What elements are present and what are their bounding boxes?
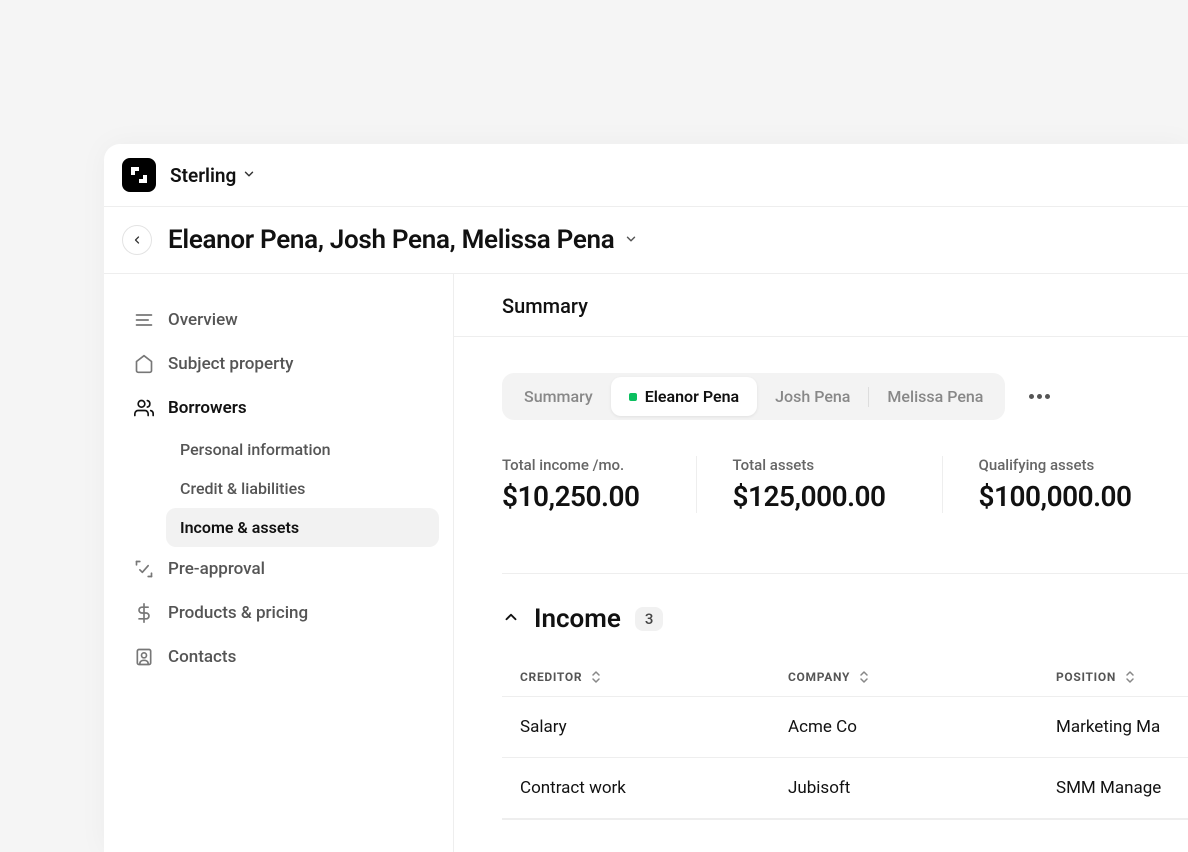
- contact-icon: [134, 647, 154, 667]
- table-row[interactable]: Salary Acme Co Marketing Ma: [502, 696, 1188, 757]
- dollar-icon: [134, 603, 154, 623]
- tab-melissa-pena[interactable]: Melissa Pena: [869, 377, 1001, 416]
- chevron-down-icon: [242, 166, 256, 185]
- sidebar-sub-item-label: Credit & liabilities: [180, 479, 305, 498]
- column-label: COMPANY: [788, 670, 850, 684]
- sidebar-item-label: Subject property: [168, 354, 294, 374]
- sort-icon: [858, 670, 870, 684]
- tab-eleanor-pena[interactable]: Eleanor Pena: [611, 377, 757, 416]
- stat-label: Total income /mo.: [502, 456, 640, 474]
- sidebar-item-borrowers[interactable]: Borrowers: [118, 386, 439, 430]
- sidebar-item-label: Pre-approval: [168, 559, 265, 579]
- tab-summary[interactable]: Summary: [506, 377, 611, 416]
- table-header: CREDITOR COMPANY: [502, 658, 1188, 696]
- section-title: Income: [534, 604, 621, 634]
- sidebar-item-label: Borrowers: [168, 398, 247, 418]
- section-count-badge: 3: [635, 607, 664, 631]
- stat-total-assets: Total assets $125,000.00: [696, 456, 942, 513]
- income-section-header[interactable]: Income 3: [502, 604, 1188, 634]
- column-header-position[interactable]: POSITION: [1056, 670, 1170, 684]
- tab-josh-pena[interactable]: Josh Pena: [757, 377, 868, 416]
- sidebar-item-label: Products & pricing: [168, 603, 308, 623]
- sidebar-item-overview[interactable]: Overview: [118, 298, 439, 342]
- chevron-up-icon: [502, 608, 520, 630]
- sidebar-sub-borrowers: Personal information Credit & liabilitie…: [118, 430, 439, 547]
- main-header-title: Summary: [454, 274, 1188, 337]
- borrower-tabs: Summary Eleanor Pena Josh Pena Melissa P…: [502, 373, 1005, 420]
- tabs-row: Summary Eleanor Pena Josh Pena Melissa P…: [502, 373, 1188, 420]
- tab-label: Melissa Pena: [887, 387, 983, 406]
- column-label: POSITION: [1056, 670, 1116, 684]
- column-label: CREDITOR: [520, 670, 582, 684]
- stats-row: Total income /mo. $10,250.00 Total asset…: [502, 456, 1188, 513]
- cell-creditor: Salary: [520, 717, 788, 737]
- sidebar: Overview Subject property Borrowers Pers…: [104, 274, 454, 852]
- users-icon: [134, 398, 154, 418]
- cell-creditor: Contract work: [520, 778, 788, 798]
- stat-value: $125,000.00: [733, 480, 886, 513]
- stat-value: $10,250.00: [502, 480, 640, 513]
- back-button[interactable]: [122, 225, 152, 255]
- main-body: Summary Eleanor Pena Josh Pena Melissa P…: [454, 337, 1188, 820]
- check-expand-icon: [134, 559, 154, 579]
- stat-value: $100,000.00: [979, 480, 1132, 513]
- tab-label: Eleanor Pena: [645, 387, 739, 406]
- sidebar-sub-item-personal-information[interactable]: Personal information: [166, 430, 439, 469]
- topbar: Sterling: [104, 144, 1188, 207]
- brand-name: Sterling: [170, 164, 236, 187]
- brand-logo[interactable]: [122, 158, 156, 192]
- cell-position: SMM Manage: [1056, 778, 1170, 798]
- home-icon: [134, 354, 154, 374]
- more-button[interactable]: [1021, 386, 1058, 407]
- sidebar-sub-item-credit-liabilities[interactable]: Credit & liabilities: [166, 469, 439, 508]
- tab-label: Summary: [524, 387, 593, 406]
- content: Overview Subject property Borrowers Pers…: [104, 274, 1188, 852]
- cell-company: Jubisoft: [788, 778, 1056, 798]
- chevron-left-icon: [131, 234, 143, 246]
- sidebar-sub-item-label: Income & assets: [180, 518, 299, 537]
- tab-label: Josh Pena: [775, 387, 850, 406]
- list-icon: [134, 310, 154, 330]
- dots-icon: [1045, 394, 1050, 399]
- brand-logo-icon: [131, 167, 147, 183]
- chevron-down-icon: [624, 231, 638, 250]
- cell-company: Acme Co: [788, 717, 1056, 737]
- sidebar-sub-item-income-assets[interactable]: Income & assets: [166, 508, 439, 547]
- income-section: Income 3 CREDITOR COMP: [502, 573, 1188, 820]
- stat-total-income: Total income /mo. $10,250.00: [502, 456, 696, 513]
- sidebar-item-contacts[interactable]: Contacts: [118, 635, 439, 679]
- sidebar-item-subject-property[interactable]: Subject property: [118, 342, 439, 386]
- dots-icon: [1037, 394, 1042, 399]
- brand-dropdown[interactable]: Sterling: [170, 164, 256, 187]
- dots-icon: [1029, 394, 1034, 399]
- cell-position: Marketing Ma: [1056, 717, 1170, 737]
- page-header: Eleanor Pena, Josh Pena, Melissa Pena: [104, 207, 1188, 274]
- sidebar-item-label: Contacts: [168, 647, 236, 667]
- stat-qualifying-assets: Qualifying assets $100,000.00: [942, 456, 1188, 513]
- table-row-divider: [502, 818, 1188, 820]
- page-title: Eleanor Pena, Josh Pena, Melissa Pena: [168, 225, 614, 255]
- app-frame: Sterling Eleanor Pena, Josh Pena, Meliss…: [104, 144, 1188, 852]
- status-dot-icon: [629, 393, 637, 401]
- column-header-company[interactable]: COMPANY: [788, 670, 1056, 684]
- income-table: CREDITOR COMPANY: [502, 658, 1188, 820]
- column-header-creditor[interactable]: CREDITOR: [520, 670, 788, 684]
- sidebar-item-pre-approval[interactable]: Pre-approval: [118, 547, 439, 591]
- table-row[interactable]: Contract work Jubisoft SMM Manage: [502, 757, 1188, 818]
- stat-label: Total assets: [733, 456, 886, 474]
- page-title-dropdown[interactable]: Eleanor Pena, Josh Pena, Melissa Pena: [168, 225, 638, 255]
- main: Summary Summary Eleanor Pena Josh Pena: [454, 274, 1188, 852]
- stat-label: Qualifying assets: [979, 456, 1132, 474]
- sort-icon: [590, 670, 602, 684]
- sidebar-sub-item-label: Personal information: [180, 440, 331, 459]
- sidebar-item-products-pricing[interactable]: Products & pricing: [118, 591, 439, 635]
- sidebar-item-label: Overview: [168, 310, 238, 330]
- sort-icon: [1124, 670, 1136, 684]
